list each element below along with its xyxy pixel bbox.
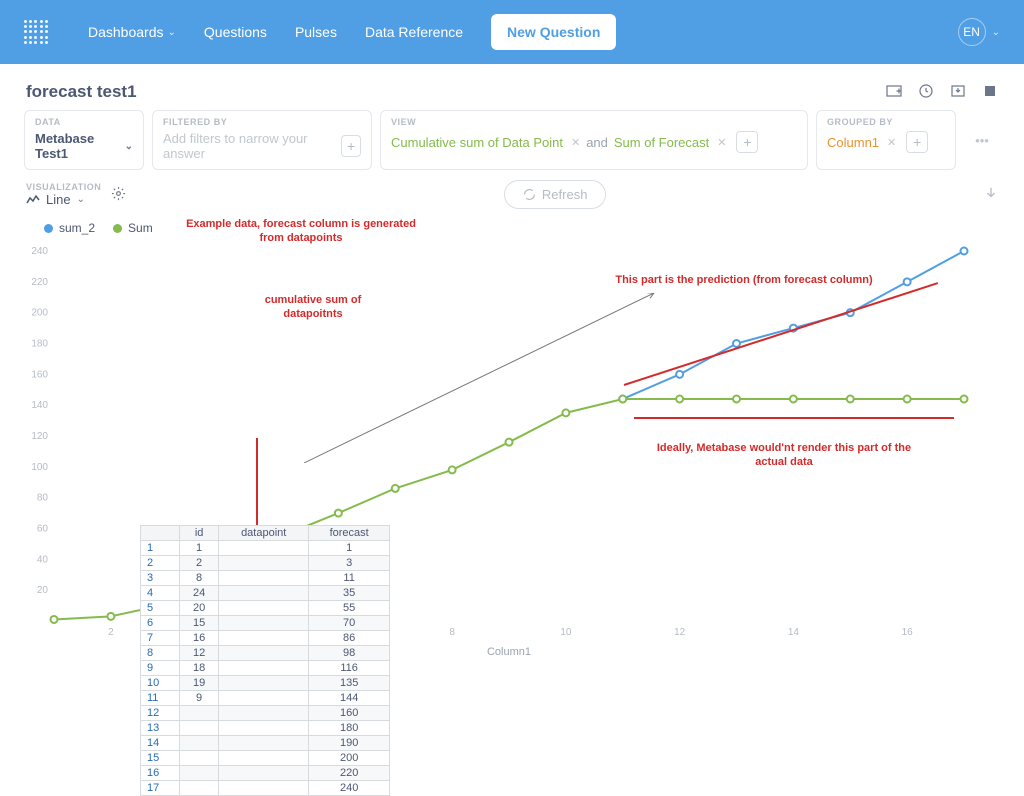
- page-title: forecast test1: [26, 82, 886, 102]
- svg-text:16: 16: [902, 627, 914, 638]
- annotation-prediction: This part is the prediction (from foreca…: [574, 273, 914, 287]
- annotation-example: Example data, forecast column is generat…: [186, 217, 416, 246]
- svg-text:240: 240: [31, 246, 48, 257]
- group-chip: Column1: [827, 135, 879, 150]
- view-chip-forecast: Sum of Forecast: [614, 135, 709, 150]
- remove-chip-icon[interactable]: ✕: [887, 136, 896, 149]
- download-icon[interactable]: [950, 83, 966, 102]
- view-chip-cumulative: Cumulative sum of Data Point: [391, 135, 563, 150]
- gear-icon[interactable]: [111, 186, 126, 204]
- svg-text:10: 10: [560, 627, 572, 638]
- example-data-table: iddatapointforecast 11122338114243552055…: [140, 525, 390, 796]
- arrow-annotation: [304, 293, 664, 463]
- data-segment[interactable]: DATA Metabase Test1 ⌄: [24, 110, 144, 170]
- visualization-selector[interactable]: Line ⌄: [26, 192, 101, 207]
- annotation-ideally: Ideally, Metabase would'nt render this p…: [654, 441, 914, 470]
- nav-pulses[interactable]: Pulses: [295, 24, 337, 40]
- svg-text:200: 200: [31, 308, 48, 319]
- svg-text:160: 160: [31, 369, 48, 380]
- svg-text:40: 40: [37, 554, 49, 565]
- svg-text:80: 80: [37, 493, 49, 504]
- new-question-button[interactable]: New Question: [491, 14, 616, 50]
- svg-text:140: 140: [31, 400, 48, 411]
- svg-text:Column1: Column1: [487, 646, 531, 658]
- chart-legend: sum_2 Sum: [44, 221, 153, 235]
- add-filter-button[interactable]: +: [341, 135, 361, 157]
- visualization-label: VISUALIZATION: [26, 182, 101, 192]
- svg-text:20: 20: [37, 585, 49, 596]
- nav-questions[interactable]: Questions: [204, 24, 267, 40]
- view-segment[interactable]: VIEW Cumulative sum of Data Point✕ and S…: [380, 110, 808, 170]
- top-navigation: Dashboards ⌄ Questions Pulses Data Refer…: [0, 0, 1024, 64]
- nav-dashboards[interactable]: Dashboards ⌄: [88, 24, 176, 40]
- legend-dot-sum: [113, 224, 122, 233]
- add-to-dashboard-icon[interactable]: [886, 83, 902, 102]
- history-icon[interactable]: [918, 83, 934, 102]
- remove-chip-icon[interactable]: ✕: [571, 136, 580, 149]
- chevron-down-icon[interactable]: ⌄: [992, 27, 1000, 38]
- chevron-down-icon: ⌄: [77, 194, 85, 205]
- chevron-down-icon: ⌄: [168, 27, 176, 38]
- red-line-flat: [634, 417, 954, 419]
- svg-text:100: 100: [31, 462, 48, 473]
- add-group-button[interactable]: +: [906, 131, 928, 153]
- mode-icon[interactable]: [982, 83, 998, 102]
- svg-text:14: 14: [788, 627, 800, 638]
- svg-text:220: 220: [31, 277, 48, 288]
- svg-text:12: 12: [674, 627, 686, 638]
- svg-text:180: 180: [31, 339, 48, 350]
- group-segment[interactable]: GROUPED BY Column1✕ +: [816, 110, 956, 170]
- svg-text:2: 2: [108, 627, 114, 638]
- remove-chip-icon[interactable]: ✕: [717, 136, 726, 149]
- nav-data-reference[interactable]: Data Reference: [365, 24, 463, 40]
- refresh-button[interactable]: Refresh: [504, 180, 607, 209]
- metabase-logo-icon: [24, 20, 48, 44]
- svg-text:120: 120: [31, 431, 48, 442]
- add-view-button[interactable]: +: [736, 131, 758, 153]
- query-more-icon[interactable]: •••: [964, 110, 1000, 170]
- svg-text:8: 8: [449, 627, 455, 638]
- chevron-down-icon: ⌄: [125, 141, 133, 152]
- red-line-table: [256, 438, 258, 530]
- download-arrow-icon[interactable]: [984, 186, 998, 203]
- locale-button[interactable]: EN: [958, 18, 986, 46]
- svg-text:60: 60: [37, 524, 49, 535]
- legend-dot-sum2: [44, 224, 53, 233]
- filter-segment[interactable]: FILTERED BY Add filters to narrow your a…: [152, 110, 372, 170]
- query-builder: DATA Metabase Test1 ⌄ FILTERED BY Add fi…: [0, 102, 1024, 170]
